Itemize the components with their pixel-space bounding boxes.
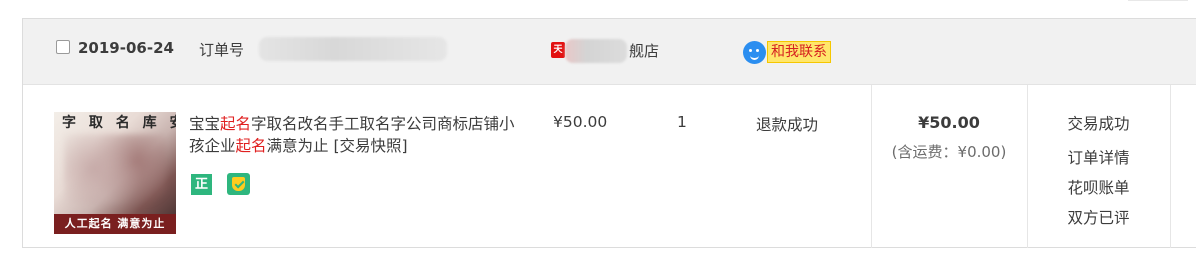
- title-part[interactable]: 宝宝: [189, 115, 220, 133]
- thumbnail-caption: 人工起名 满意为止: [54, 214, 176, 234]
- checkbox-icon[interactable]: [56, 40, 70, 54]
- order-number-redacted: [259, 37, 447, 61]
- trade-snapshot-link[interactable]: [交易快照]: [333, 137, 407, 155]
- thumbnail-blurred-area: [64, 134, 166, 204]
- shop-name-redacted[interactable]: [565, 39, 627, 63]
- order-date: 2019-06-24: [78, 39, 174, 57]
- tmall-shop-icon: 天: [551, 42, 565, 58]
- trade-status: 交易成功: [1067, 115, 1130, 133]
- column-divider: [1170, 85, 1171, 248]
- order-header: 2019-06-24 订单号 天 舰店 和我联系: [23, 19, 1196, 85]
- thumbnail-top-text: 字 取 名 库 安: [62, 115, 176, 131]
- huabei-bill-link[interactable]: 花呗账单: [1027, 173, 1170, 203]
- contact-seller-label[interactable]: 和我联系: [767, 41, 831, 63]
- column-divider: [871, 85, 872, 248]
- contact-seller-link[interactable]: 和我联系: [743, 40, 831, 64]
- zheng-badge-icon[interactable]: 正: [191, 174, 212, 195]
- unit-price: ¥50.00: [553, 113, 608, 131]
- consumer-protection-icon[interactable]: [227, 173, 250, 195]
- order-body: 字 取 名 库 安 人工起名 满意为止 宝宝起名字取名改名手工取名字公司商标店铺…: [23, 85, 1196, 248]
- total-amount: ¥50.00: [918, 113, 980, 132]
- order-number-label: 订单号: [199, 41, 245, 59]
- order-card: 2019-06-24 订单号 天 舰店 和我联系 字 取 名 库 安 人工起名 …: [22, 18, 1196, 248]
- shop-name-suffix[interactable]: 舰店: [629, 40, 659, 61]
- top-divider: [1128, 0, 1188, 4]
- product-title[interactable]: 宝宝起名字取名改名手工取名字公司商标店铺小孩企业起名满意为止 [交易快照]: [189, 113, 527, 157]
- quantity: 1: [677, 113, 687, 131]
- order-detail-link[interactable]: 订单详情: [1027, 143, 1170, 173]
- shipping-fee-note: (含运费：¥0.00): [891, 143, 1007, 161]
- title-part[interactable]: 满意为止: [267, 137, 329, 155]
- title-highlight[interactable]: 起名: [220, 115, 251, 133]
- order-status-column: 交易成功 订单详情 花呗账单 双方已评: [1027, 113, 1170, 233]
- chat-icon[interactable]: [743, 40, 766, 64]
- product-thumbnail[interactable]: 字 取 名 库 安 人工起名 满意为止: [54, 112, 176, 234]
- title-highlight[interactable]: 起名: [236, 137, 267, 155]
- review-status-link[interactable]: 双方已评: [1027, 203, 1170, 233]
- refund-status-link[interactable]: 退款成功: [756, 113, 818, 135]
